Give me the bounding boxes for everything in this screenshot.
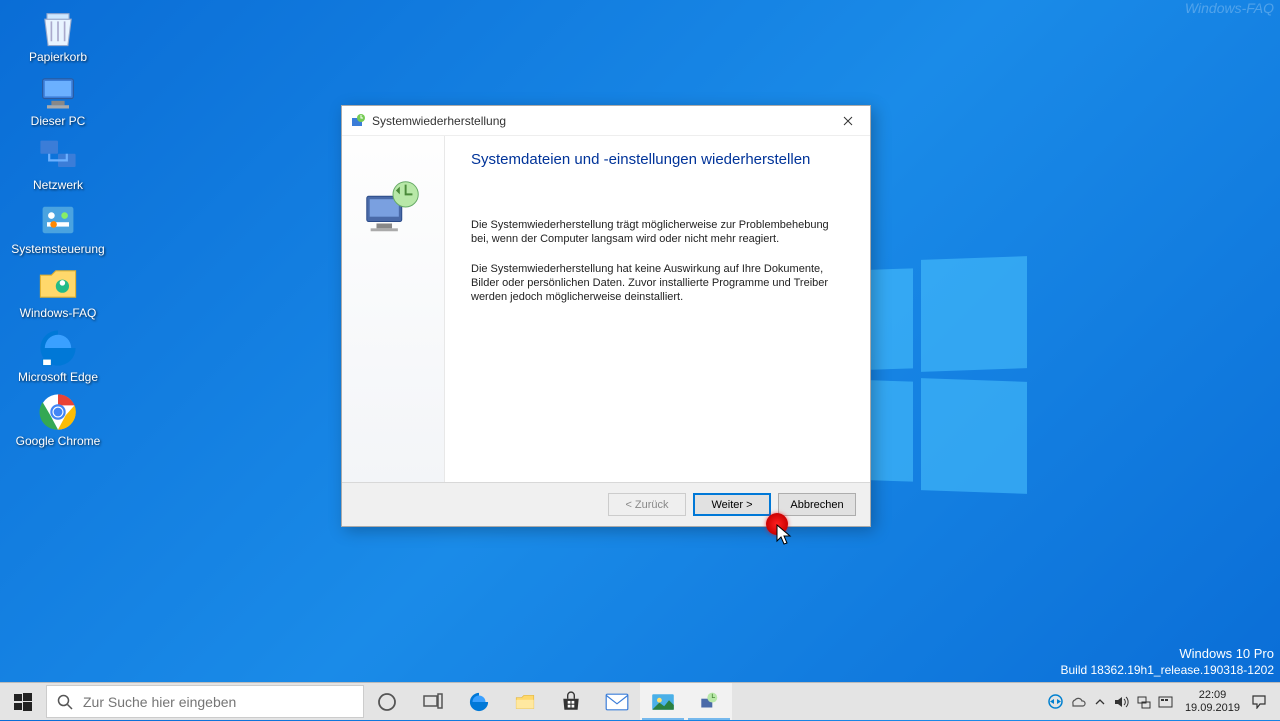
dialog-paragraph-1: Die Systemwiederherstellung trägt möglic… [471, 218, 844, 246]
dialog-content: Systemdateien und -einstellungen wiederh… [445, 136, 870, 482]
taskbar-app-photos[interactable] [640, 683, 686, 720]
desktop-icon-windows-faq[interactable]: Windows-FAQ [8, 264, 108, 320]
desktop-icon-label: Papierkorb [8, 50, 108, 64]
control-panel-icon [36, 200, 80, 240]
folder-icon [36, 264, 80, 304]
desktop-icon-network[interactable]: Netzwerk [8, 136, 108, 192]
search-icon [57, 694, 73, 710]
tray-icon-teamviewer[interactable] [1045, 683, 1067, 721]
desktop-icon-label: Microsoft Edge [8, 370, 108, 384]
clock-date: 19.09.2019 [1185, 702, 1240, 715]
desktop-icon-this-pc[interactable]: Dieser PC [8, 72, 108, 128]
system-restore-icon [350, 113, 366, 129]
taskbar: 22:09 19.09.2019 [0, 682, 1280, 720]
pc-icon [36, 72, 80, 112]
taskbar-search[interactable] [46, 685, 364, 718]
cortana-button[interactable] [364, 683, 410, 720]
start-button[interactable] [0, 683, 46, 720]
action-center-icon[interactable] [1248, 683, 1270, 721]
system-restore-large-icon [359, 176, 427, 236]
clock-time: 22:09 [1185, 689, 1240, 702]
search-input[interactable] [83, 694, 353, 710]
desktop-icon-recycle-bin[interactable]: Papierkorb [8, 8, 108, 64]
dialog-paragraph-2: Die Systemwiederherstellung hat keine Au… [471, 262, 844, 304]
system-restore-dialog: Systemwiederherstellung Systemdateien un… [341, 105, 871, 527]
watermark-line2: Build 18362.19h1_release.190318-1202 [1060, 662, 1274, 678]
watermark-line1: Windows 10 Pro [1060, 646, 1274, 662]
desktop-icon-label: Windows-FAQ [8, 306, 108, 320]
tray-volume-icon[interactable] [1111, 683, 1133, 721]
desktop-icon-label: Google Chrome [8, 434, 108, 448]
taskbar-app-explorer[interactable] [502, 683, 548, 720]
desktop-icon-control-panel[interactable]: Systemsteuerung [8, 200, 108, 256]
desktop-icon-label: Dieser PC [8, 114, 108, 128]
system-tray: 22:09 19.09.2019 [1045, 683, 1280, 720]
tray-icon-onedrive[interactable] [1067, 683, 1089, 721]
back-button: < Zurück [608, 493, 686, 516]
next-button[interactable]: Weiter > [693, 493, 771, 516]
activation-watermark: Windows 10 Pro Build 18362.19h1_release.… [1060, 646, 1274, 678]
desktop-icon-edge[interactable]: Microsoft Edge [8, 328, 108, 384]
titlebar[interactable]: Systemwiederherstellung [342, 106, 870, 136]
dialog-title: Systemwiederherstellung [372, 114, 826, 128]
network-icon [36, 136, 80, 176]
taskbar-app-store[interactable] [548, 683, 594, 720]
chrome-icon [36, 392, 80, 432]
close-button[interactable] [826, 106, 870, 136]
tray-network-icon[interactable] [1133, 683, 1155, 721]
cancel-button[interactable]: Abbrechen [778, 493, 856, 516]
dialog-sidebar [342, 136, 445, 482]
desktop: Papierkorb Dieser PC Netzwerk Systemsteu… [0, 0, 120, 452]
cursor-icon [776, 524, 794, 548]
recycle-bin-icon [36, 8, 80, 48]
watermark-top: Windows-FAQ [1185, 0, 1274, 16]
tray-chevron-up-icon[interactable] [1089, 683, 1111, 721]
taskbar-app-edge[interactable] [456, 683, 502, 720]
dialog-heading: Systemdateien und -einstellungen wiederh… [471, 150, 844, 170]
taskbar-app-mail[interactable] [594, 683, 640, 720]
dialog-footer: < Zurück Weiter > Abbrechen [342, 482, 870, 526]
desktop-icon-label: Systemsteuerung [8, 242, 108, 256]
tray-input-icon[interactable] [1155, 683, 1177, 721]
edge-icon [36, 328, 80, 368]
task-view-button[interactable] [410, 683, 456, 720]
taskbar-app-system-restore[interactable] [686, 683, 732, 720]
desktop-icon-label: Netzwerk [8, 178, 108, 192]
taskbar-clock[interactable]: 22:09 19.09.2019 [1177, 689, 1248, 715]
desktop-icon-chrome[interactable]: Google Chrome [8, 392, 108, 448]
